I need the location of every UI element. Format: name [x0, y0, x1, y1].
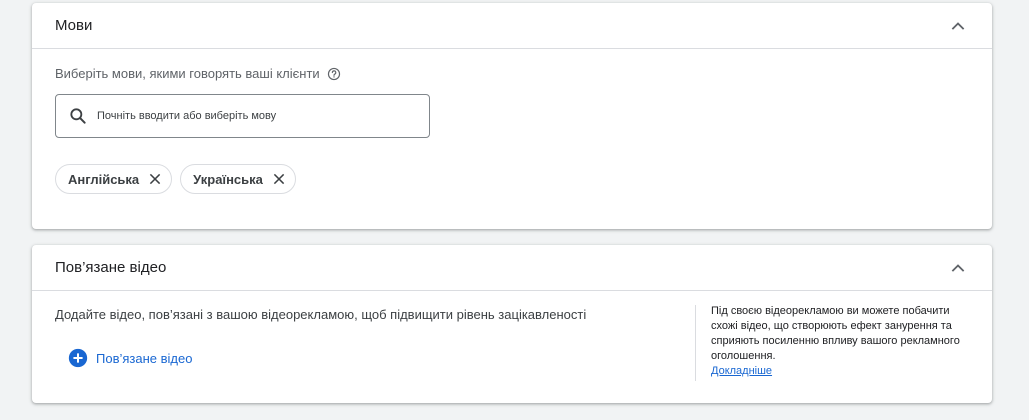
related-video-body: Додайте відео, пов’язані з вашою відеоре…	[32, 291, 992, 381]
collapse-languages-button[interactable]	[946, 14, 970, 38]
collapse-related-video-button[interactable]	[946, 256, 970, 280]
chevron-up-icon	[951, 21, 965, 30]
related-video-main: Додайте відео, пов’язані з вашою відеоре…	[55, 307, 695, 381]
languages-prompt: Виберіть мови, якими говорять ваші клієн…	[55, 66, 320, 81]
remove-ukrainian-button[interactable]	[272, 172, 286, 186]
language-chip-ukrainian[interactable]: Українська	[180, 164, 296, 194]
related-video-header[interactable]: Пов’язане відео	[32, 245, 992, 291]
close-icon	[273, 173, 285, 185]
related-video-info-text: Під своєю відеорекламою ви можете побачи…	[711, 305, 960, 362]
languages-header[interactable]: Мови	[32, 3, 992, 49]
remove-english-button[interactable]	[148, 172, 162, 186]
selected-languages: Англійська Українська	[55, 164, 969, 194]
languages-prompt-row: Виберіть мови, якими говорять ваші клієн…	[55, 66, 969, 81]
related-video-info: Під своєю відеорекламою ви можете побачи…	[696, 304, 966, 381]
language-chip-english[interactable]: Англійська	[55, 164, 173, 194]
related-video-description: Додайте відео, пов’язані з вашою відеоре…	[55, 307, 587, 322]
help-icon[interactable]	[327, 67, 341, 81]
language-search-box[interactable]	[55, 94, 430, 138]
search-icon	[70, 108, 86, 124]
chip-label: Українська	[193, 171, 263, 187]
add-related-video-button[interactable]: Пов’язане відео	[68, 348, 695, 368]
learn-more-link[interactable]: Докладніше	[711, 364, 772, 379]
languages-title: Мови	[55, 17, 93, 34]
close-icon	[150, 173, 161, 185]
languages-card: Мови Виберіть мови, якими говорять ваші …	[32, 3, 992, 229]
related-video-title: Пов’язане відео	[55, 259, 167, 276]
language-search-input[interactable]	[97, 110, 397, 122]
languages-body: Виберіть мови, якими говорять ваші клієн…	[32, 49, 992, 211]
chip-label: Англійська	[68, 171, 140, 187]
related-video-card: Пов’язане відео Додайте відео, пов’язані…	[32, 245, 992, 403]
add-circle-icon	[68, 348, 88, 368]
add-related-video-label: Пов’язане відео	[96, 350, 193, 366]
chevron-up-icon	[951, 263, 965, 272]
